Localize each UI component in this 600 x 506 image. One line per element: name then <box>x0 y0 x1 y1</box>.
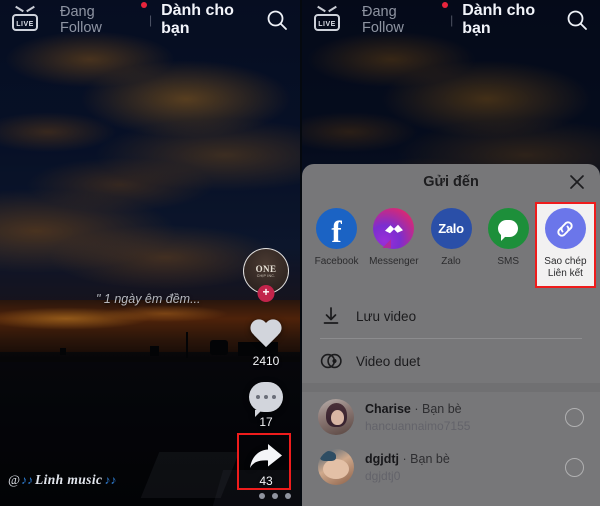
music-watermark: @ ♪♪ Linh music ♪♪ <box>8 472 116 488</box>
share-actions-list: Lưu video Video duet <box>302 294 600 392</box>
action-label: Video duet <box>356 353 421 369</box>
sms-icon <box>487 208 529 249</box>
friend-name-line: dgjdtj · Bạn bè <box>365 452 554 466</box>
share-target-facebook[interactable]: f Facebook <box>308 204 365 286</box>
action-video-duet[interactable]: Video duet <box>302 339 600 383</box>
tab-separator: | <box>450 13 454 27</box>
messenger-icon <box>373 208 415 249</box>
friend-meta: Charise · Bạn bè hancuannaimo7155 <box>365 402 554 433</box>
live-label: LIVE <box>16 21 34 28</box>
right-phone-panel: LIVE Đang Follow | Dành cho bạn Gửi đến <box>300 0 600 506</box>
live-icon[interactable]: LIVE <box>12 5 38 31</box>
screenshot-root: LIVE Đang Follow | Dành cho bạn " 1 ngày… <box>0 0 600 506</box>
section-gap <box>302 383 600 392</box>
share-target-copy-link[interactable]: Sao chép Liên kết <box>534 202 597 288</box>
friend-separator: · <box>402 451 407 466</box>
copy-link-line1: Sao chép <box>544 256 587 267</box>
friend-meta: dgjdtj · Bạn bè dgjdtj0 <box>365 452 554 483</box>
share-target-zalo[interactable]: Zalo Zalo <box>422 204 479 286</box>
notification-dot <box>442 2 449 8</box>
friend-relation: Bạn bè <box>410 451 450 466</box>
author-avatar-wrap[interactable]: ONE CHỊP INC. + <box>243 248 289 302</box>
share-sheet-title: Gửi đến <box>423 174 479 190</box>
share-targets-row: f Facebook Messenger Zalo Zalo SMS Sao c… <box>302 200 600 292</box>
facebook-icon: f <box>316 208 358 249</box>
duet-icon <box>320 350 342 372</box>
friend-name: dgjdtj <box>365 451 400 466</box>
friend-handle: dgjdtj0 <box>365 468 401 483</box>
heart-icon <box>249 320 283 351</box>
live-icon[interactable]: LIVE <box>314 5 340 31</box>
follow-plus-button[interactable]: + <box>257 285 275 302</box>
friend-name: Charise <box>365 401 411 416</box>
list-item[interactable]: dgjdtj · Bạn bè dgjdtj0 <box>302 442 600 492</box>
share-count: 43 <box>259 474 273 488</box>
top-navigation-bar: LIVE Đang Follow | Dành cho bạn <box>302 0 600 40</box>
tab-for-you[interactable]: Dành cho bạn <box>161 2 266 38</box>
friend-relation: Bạn bè <box>422 401 462 416</box>
friend-select-radio[interactable] <box>565 457 584 477</box>
friend-select-radio[interactable] <box>565 407 584 427</box>
search-icon[interactable] <box>266 9 288 31</box>
page-indicator <box>259 493 291 499</box>
copy-link-line2: Liên kết <box>547 268 583 279</box>
share-target-messenger[interactable]: Messenger <box>365 204 422 286</box>
share-target-label: SMS <box>497 256 520 267</box>
link-icon <box>544 208 586 249</box>
tab-following-label: Đang Follow <box>362 4 404 36</box>
friend-handle: hancuannaimo7155 <box>365 418 471 433</box>
notification-dot <box>140 2 147 8</box>
avatar-top-text: ONE <box>255 264 277 274</box>
tab-separator: | <box>148 13 153 27</box>
share-button[interactable]: 43 <box>237 433 291 490</box>
comment-icon <box>249 382 283 417</box>
action-save-video[interactable]: Lưu video <box>302 294 600 338</box>
zalo-glyph: Zalo <box>438 221 464 236</box>
share-target-sms[interactable]: SMS <box>480 204 537 286</box>
tab-following-label: Đang Follow <box>60 4 102 36</box>
search-icon[interactable] <box>566 9 588 31</box>
share-target-label: Sao chép Liên kết <box>544 256 586 280</box>
music-note-icon: ♪♪ <box>104 472 117 487</box>
comment-button[interactable]: 17 <box>249 382 283 429</box>
avatar-sub-text: CHỊP INC. <box>256 274 276 278</box>
nav-tabs: Đang Follow | Dành cho bạn <box>60 2 266 38</box>
share-sheet: Gửi đến f Facebook Messenger Zalo Zalo S… <box>302 164 600 506</box>
music-note-icon: ♪♪ <box>20 472 33 487</box>
top-navigation-bar: LIVE Đang Follow | Dành cho bạn <box>0 0 300 40</box>
tab-for-you[interactable]: Dành cho bạn <box>462 2 566 38</box>
download-icon <box>320 305 342 327</box>
video-caption: " 1 ngày êm đềm... <box>96 292 201 306</box>
tab-following[interactable]: Đang Follow <box>362 2 449 36</box>
action-rail: ONE CHỊP INC. + 2410 17 43 <box>237 248 292 502</box>
left-phone-panel: LIVE Đang Follow | Dành cho bạn " 1 ngày… <box>0 0 300 506</box>
share-sheet-header: Gửi đến <box>302 164 600 200</box>
friend-name-line: Charise · Bạn bè <box>365 402 554 416</box>
avatar <box>318 399 354 435</box>
friend-separator: · <box>414 401 419 416</box>
watermark-at: @ <box>8 472 20 487</box>
list-item[interactable]: Charise · Bạn bè hancuannaimo7155 <box>302 392 600 442</box>
share-target-label: Messenger <box>369 256 419 267</box>
avatar <box>318 449 354 485</box>
comment-count: 17 <box>259 415 273 429</box>
tab-following[interactable]: Đang Follow <box>60 2 147 36</box>
zalo-icon: Zalo <box>430 208 472 249</box>
like-button[interactable]: 2410 <box>249 320 283 368</box>
nav-tabs: Đang Follow | Dành cho bạn <box>362 2 566 38</box>
friends-list: Charise · Bạn bè hancuannaimo7155 dgjdtj… <box>302 392 600 492</box>
close-icon[interactable] <box>569 174 585 190</box>
share-target-label: Zalo <box>441 256 461 267</box>
live-label: LIVE <box>318 21 336 28</box>
share-target-label: Facebook <box>314 256 359 267</box>
like-count: 2410 <box>252 354 280 368</box>
share-arrow-icon <box>248 443 284 471</box>
action-label: Lưu video <box>356 308 417 324</box>
watermark-name: Linh music <box>34 472 103 487</box>
